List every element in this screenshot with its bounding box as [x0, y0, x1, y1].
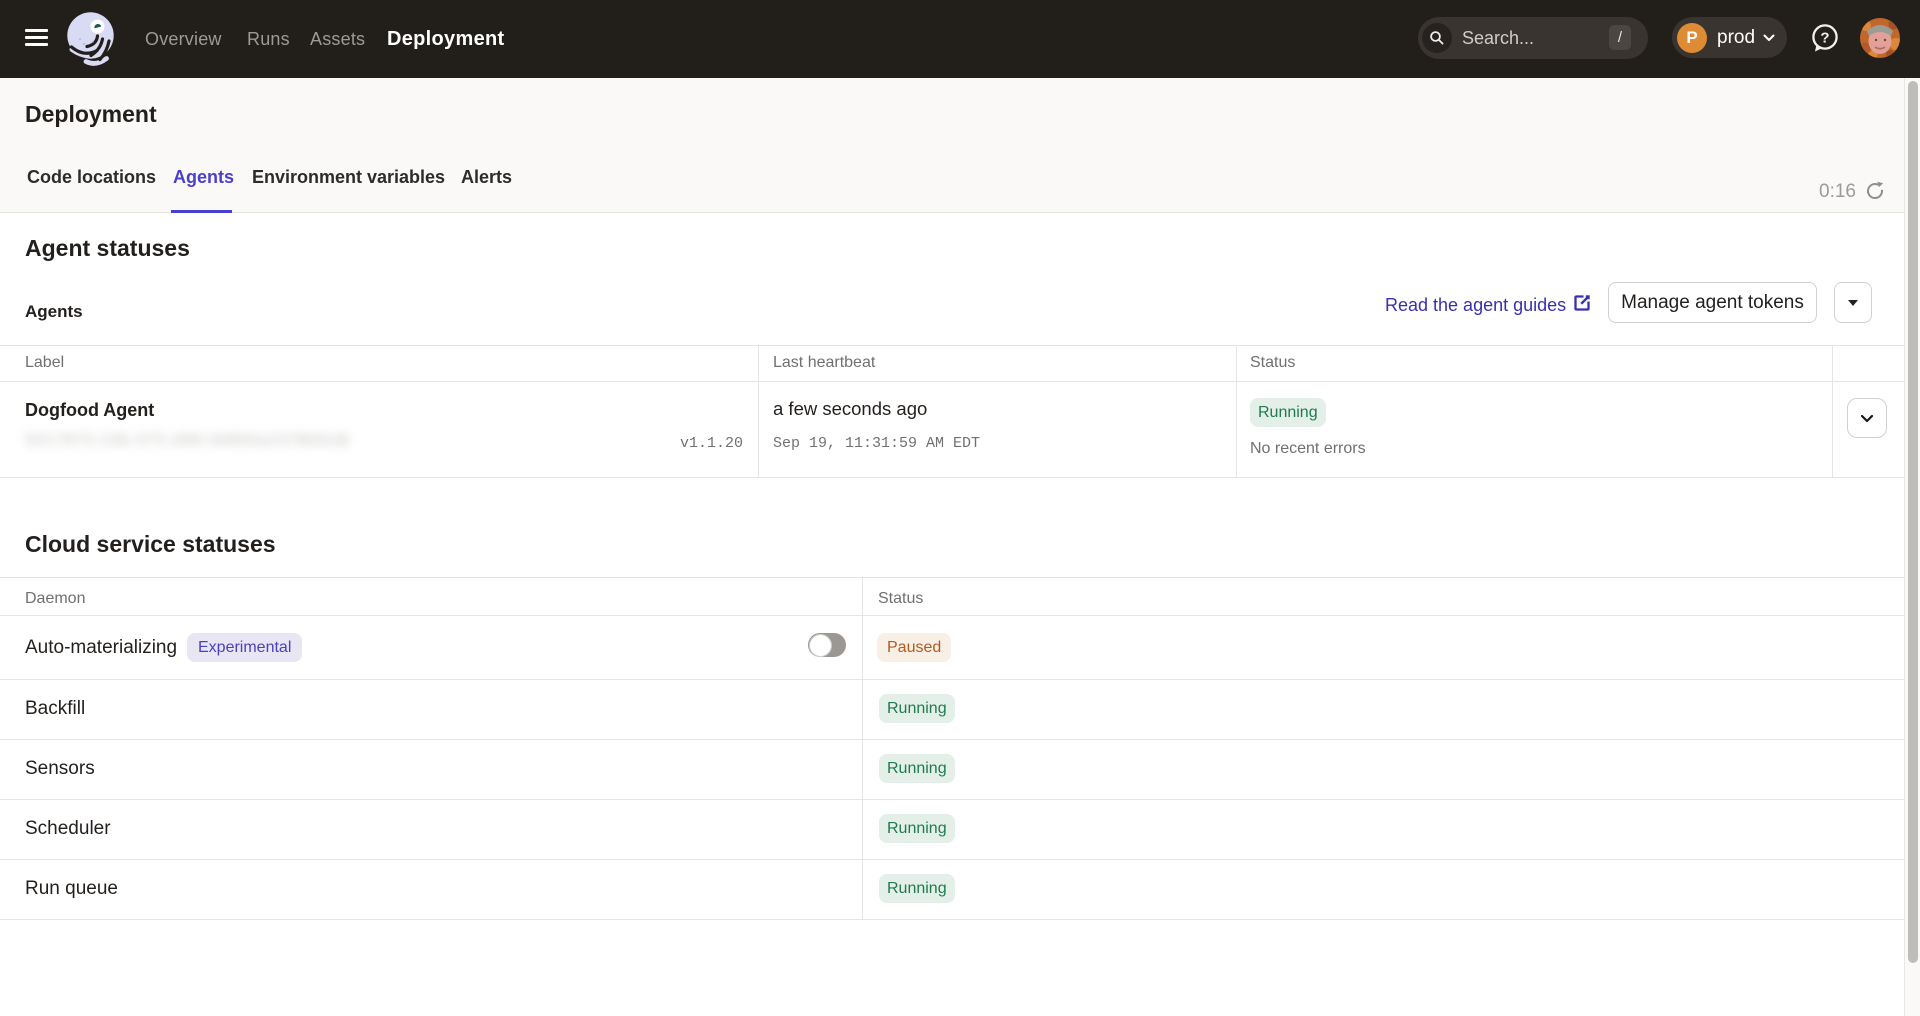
svg-text:?: ?	[1820, 30, 1829, 47]
